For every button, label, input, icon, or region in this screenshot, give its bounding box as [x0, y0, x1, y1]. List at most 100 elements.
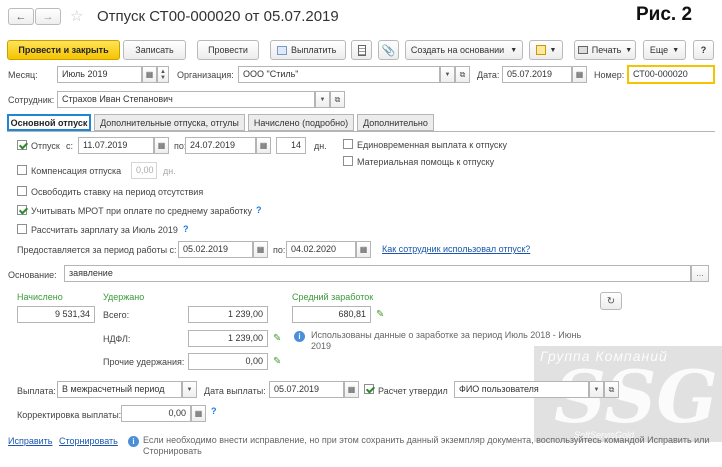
vacation-to-field[interactable]: 24.07.2019	[185, 137, 256, 154]
recalculate-button[interactable]: ↻	[600, 292, 622, 310]
organization-dropdown-button[interactable]: ▼	[440, 66, 455, 83]
calendar-icon: ▦	[259, 141, 268, 150]
lump-sum-checkbox[interactable]	[343, 139, 353, 149]
employee-label: Сотрудник:	[8, 95, 55, 105]
period-to-calendar-button[interactable]: ▦	[356, 241, 371, 258]
month-spin-button[interactable]: ▲ ▼	[157, 66, 169, 83]
payout-date-calendar-button[interactable]: ▦	[344, 381, 359, 398]
employee-dropdown-button[interactable]: ▼	[315, 91, 330, 108]
approved-by-dropdown-button[interactable]: ▼	[589, 381, 604, 398]
from-label: с:	[66, 141, 74, 151]
number-field[interactable]: СТ00-000020	[627, 65, 715, 84]
material-aid-label: Материальная помощь к отпуску	[357, 157, 495, 167]
month-field[interactable]: Июль 2019	[57, 66, 142, 83]
basis-label: Основание:	[8, 270, 57, 280]
basis-more-button[interactable]: …	[691, 265, 709, 282]
employee-open-button[interactable]: ⧉	[330, 91, 345, 108]
pay-icon	[277, 45, 287, 55]
correction-calculator-button[interactable]: ▦	[191, 405, 206, 422]
back-button[interactable]: ←	[8, 8, 34, 25]
calculator-icon	[357, 44, 366, 56]
dropdown-arrow-icon: ▼	[319, 96, 326, 103]
attachment-button[interactable]: 📎	[378, 40, 399, 60]
calc-salary-label: Рассчитать зарплату за Июль 2019	[31, 225, 178, 235]
ndfl-edit-pencil-icon[interactable]: ✎	[273, 334, 283, 344]
calc-salary-help-icon[interactable]: ?	[183, 224, 189, 234]
total-withheld-field[interactable]: 1 239,00	[188, 306, 268, 323]
fix-link[interactable]: Исправить	[8, 436, 52, 446]
vacation-days-field[interactable]: 14	[276, 137, 306, 154]
compensation-checkbox[interactable]	[17, 165, 27, 175]
forward-button[interactable]: →	[35, 8, 61, 25]
create-based-on-button[interactable]: Создать на основании ▼	[405, 40, 523, 60]
footer-info-text: Если необходимо внести исправление, но п…	[143, 435, 710, 456]
total-label: Всего:	[103, 310, 130, 320]
pay-button[interactable]: Выплатить	[270, 40, 346, 60]
material-aid-checkbox[interactable]	[343, 156, 353, 166]
tab-additional-vacations[interactable]: Дополнительные отпуска, отгулы	[94, 114, 245, 131]
dropdown-arrow-icon: ▼	[593, 386, 600, 393]
calendar-icon: ▦	[575, 70, 584, 79]
calc-salary-checkbox[interactable]	[17, 224, 27, 234]
approved-by-open-button[interactable]: ⧉	[604, 381, 619, 398]
correction-field[interactable]: 0,00	[121, 405, 191, 422]
post-button[interactable]: Провести	[197, 40, 259, 60]
date-field[interactable]: 05.07.2019	[502, 66, 572, 83]
organization-field[interactable]: ООО "Стиль"	[238, 66, 440, 83]
date-calendar-button[interactable]: ▦	[572, 66, 587, 83]
calculator-button[interactable]	[351, 40, 372, 60]
correction-label: Корректировка выплаты:	[17, 410, 122, 420]
number-label: Номер:	[594, 70, 625, 80]
help-button[interactable]: ?	[693, 40, 714, 60]
organization-open-button[interactable]: ⧉	[455, 66, 470, 83]
write-button[interactable]: Записать	[123, 40, 186, 60]
correction-help-icon[interactable]: ?	[211, 406, 217, 416]
average-earnings-field[interactable]: 680,81	[292, 306, 371, 323]
period-to-field[interactable]: 04.02.2020	[286, 241, 356, 258]
period-from-calendar-button[interactable]: ▦	[253, 241, 268, 258]
payout-date-field[interactable]: 05.07.2019	[269, 381, 344, 398]
month-calendar-button[interactable]: ▦	[142, 66, 157, 83]
post-and-close-button[interactable]: Провести и закрыть	[7, 40, 120, 60]
accrued-field[interactable]: 9 531,34	[17, 306, 95, 323]
figure-label: Рис. 2	[636, 4, 693, 25]
vacation-label: Отпуск	[31, 141, 60, 151]
average-earnings-edit-pencil-icon[interactable]: ✎	[376, 310, 386, 320]
ndfl-field[interactable]: 1 239,00	[188, 330, 268, 347]
payout-dropdown-button[interactable]: ▼	[182, 381, 197, 398]
other-withholdings-edit-pencil-icon[interactable]: ✎	[273, 357, 283, 367]
other-withholdings-field[interactable]: 0,00	[188, 353, 268, 370]
compensation-unit-label: дн.	[163, 166, 176, 176]
reverse-link[interactable]: Сторнировать	[59, 436, 118, 446]
mrot-checkbox[interactable]	[17, 205, 27, 215]
tab-additional[interactable]: Дополнительно	[357, 114, 434, 131]
structure-button[interactable]: ▼	[529, 40, 563, 60]
structure-icon	[535, 45, 546, 55]
vacation-to-calendar-button[interactable]: ▦	[256, 137, 271, 154]
employee-field[interactable]: Страхов Иван Степанович	[57, 91, 315, 108]
vacation-from-calendar-button[interactable]: ▦	[154, 137, 169, 154]
calc-approved-checkbox[interactable]	[364, 384, 374, 394]
vacation-from-field[interactable]: 11.07.2019	[78, 137, 154, 154]
how-used-vacation-link[interactable]: Как сотрудник использовал отпуск?	[382, 244, 530, 254]
dropdown-arrow-icon: ▼	[510, 46, 518, 54]
release-rate-checkbox[interactable]	[17, 186, 27, 196]
favorite-star-icon[interactable]: ☆	[70, 7, 83, 25]
arrow-left-icon: ←	[15, 10, 27, 23]
basis-field[interactable]: заявление	[64, 265, 691, 282]
print-button[interactable]: Печать ▼	[574, 40, 636, 60]
more-button[interactable]: Еще ▼	[643, 40, 686, 60]
arrow-right-icon: →	[42, 10, 54, 23]
dropdown-arrow-icon: ▼	[625, 46, 633, 54]
period-from-field[interactable]: 05.02.2019	[178, 241, 253, 258]
compensation-days-field[interactable]: 0,00	[131, 162, 157, 179]
accrued-label: Начислено	[17, 292, 63, 302]
dropdown-arrow-icon: ▼	[444, 71, 451, 78]
payout-field[interactable]: В межрасчетный период	[57, 381, 182, 398]
mrot-help-icon[interactable]: ?	[256, 205, 262, 215]
approved-by-field[interactable]: ФИО пользователя	[454, 381, 589, 398]
tab-accrued-detailed[interactable]: Начислено (подробно)	[248, 114, 354, 131]
vacation-checkbox[interactable]	[17, 140, 27, 150]
payout-label: Выплата:	[17, 386, 56, 396]
tab-main-vacation[interactable]: Основной отпуск	[7, 114, 91, 131]
